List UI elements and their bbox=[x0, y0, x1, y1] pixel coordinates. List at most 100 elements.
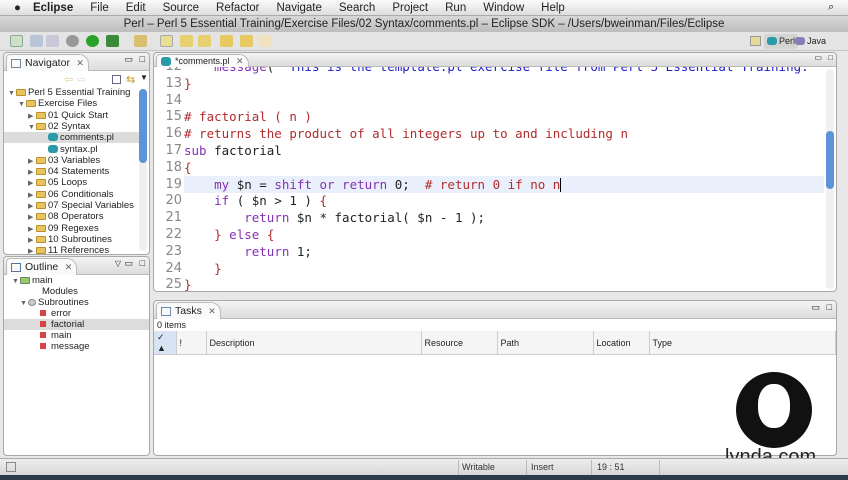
outline-sub-error[interactable]: error bbox=[40, 308, 71, 319]
debug-icon[interactable] bbox=[106, 35, 119, 47]
prev-annotation-icon[interactable] bbox=[198, 35, 211, 47]
forward-icon[interactable] bbox=[240, 35, 253, 47]
menu-eclipse[interactable]: Eclipse bbox=[33, 2, 73, 14]
code-editor[interactable]: 12 message( "This is the template.pl exe… bbox=[154, 67, 824, 291]
line-number: 16 bbox=[165, 126, 182, 142]
column-type[interactable]: Type bbox=[649, 331, 836, 355]
column-path[interactable]: Path bbox=[497, 331, 594, 355]
perspective-perl[interactable]: Perl bbox=[764, 34, 799, 49]
view-menu-icon[interactable]: ▼ bbox=[140, 73, 148, 82]
navigator-item[interactable]: ▼ 02 Syntax bbox=[28, 121, 90, 132]
outline-item-subroutines[interactable]: ▼ Subroutines bbox=[20, 297, 89, 308]
outline-sub-factorial[interactable]: factorial bbox=[4, 319, 149, 330]
tab-outline[interactable]: Outline ✕ bbox=[6, 258, 78, 276]
column-checkbox[interactable]: ✓ ▲ bbox=[154, 331, 177, 355]
link-editor-icon[interactable]: ⇆ bbox=[126, 73, 135, 86]
column-resource[interactable]: Resource bbox=[421, 331, 498, 355]
open-perspective-icon[interactable] bbox=[750, 36, 761, 46]
expand-toggle[interactable]: ▼ bbox=[8, 88, 16, 99]
outline-item-main[interactable]: ▼ main bbox=[12, 275, 53, 286]
menu-help[interactable]: Help bbox=[541, 2, 565, 14]
menu-source[interactable]: Source bbox=[163, 2, 199, 14]
navigator-item[interactable]: ▶ 05 Loops bbox=[28, 177, 87, 188]
code-line[interactable]: return 1; bbox=[184, 243, 312, 260]
navigator-item[interactable]: ▶ 10 Subroutines bbox=[28, 234, 112, 245]
minimize-icon[interactable]: ▭ bbox=[811, 302, 820, 313]
code-line[interactable]: } bbox=[184, 260, 222, 277]
gear-icon[interactable] bbox=[66, 35, 79, 47]
outline-item-modules[interactable]: Modules bbox=[32, 286, 78, 297]
minimize-icon[interactable]: ▭ bbox=[124, 258, 133, 269]
navigator-item[interactable]: ▶ 04 Statements bbox=[28, 166, 109, 177]
maximize-icon[interactable]: □ bbox=[140, 54, 145, 64]
tab-tasks[interactable]: Tasks ✕ bbox=[156, 302, 221, 319]
menu-edit[interactable]: Edit bbox=[126, 2, 146, 14]
code-line[interactable]: return $n * factorial( $n - 1 ); bbox=[184, 209, 485, 226]
navigator-scrollbar[interactable] bbox=[139, 89, 147, 251]
code-line[interactable]: { bbox=[184, 159, 192, 176]
code-line[interactable]: # factorial ( n ) bbox=[184, 108, 312, 125]
line-number: 24 bbox=[165, 260, 182, 276]
menu-navigate[interactable]: Navigate bbox=[277, 2, 322, 14]
apple-icon[interactable]: ● bbox=[14, 2, 21, 14]
spotlight-icon[interactable]: ⌕ bbox=[828, 1, 834, 14]
navigator-item[interactable]: ▶ 03 Variables bbox=[28, 155, 100, 166]
view-menu-icon[interactable]: ▽ bbox=[115, 259, 121, 268]
tab-navigator[interactable]: Navigator ✕ bbox=[6, 54, 89, 71]
column-description[interactable]: Description bbox=[206, 331, 422, 355]
perspective-java[interactable]: Java bbox=[795, 34, 826, 49]
navigator-item[interactable]: ▶ 09 Regexes bbox=[28, 223, 99, 234]
back-icon[interactable]: ⇦ bbox=[64, 73, 73, 86]
fast-view-icon[interactable] bbox=[6, 462, 16, 472]
highlight-icon[interactable] bbox=[160, 35, 173, 47]
code-line[interactable]: } else { bbox=[184, 226, 274, 243]
code-line[interactable]: # returns the product of all integers up… bbox=[184, 125, 628, 142]
code-line[interactable]: message( "This is the template.pl exerci… bbox=[184, 67, 824, 75]
folder-icon bbox=[36, 122, 46, 130]
code-line[interactable]: sub factorial bbox=[184, 142, 282, 159]
tab-comments-pl[interactable]: *comments.pl ✕ bbox=[156, 54, 249, 67]
forward-icon[interactable]: ⇨ bbox=[77, 73, 86, 86]
maximize-icon[interactable]: □ bbox=[828, 53, 833, 62]
navigator-item[interactable]: ▶ 01 Quick Start bbox=[28, 110, 108, 121]
navigator-item[interactable]: ▼ Exercise Files bbox=[18, 98, 97, 109]
column-priority[interactable]: ! bbox=[176, 331, 207, 355]
navigator-item[interactable]: comments.pl bbox=[4, 132, 140, 144]
run-icon[interactable] bbox=[86, 35, 99, 47]
menu-file[interactable]: File bbox=[90, 2, 109, 14]
close-icon[interactable]: ✕ bbox=[65, 259, 73, 276]
editor-scrollbar[interactable] bbox=[826, 69, 834, 289]
navigator-item[interactable]: syntax.pl bbox=[48, 144, 98, 155]
collapse-all-icon[interactable] bbox=[112, 75, 121, 84]
maximize-icon[interactable]: □ bbox=[827, 302, 832, 312]
navigator-item[interactable]: ▶ 06 Conditionals bbox=[28, 189, 114, 200]
maximize-icon[interactable]: □ bbox=[140, 258, 145, 268]
navigator-item[interactable]: ▼ Perl 5 Essential Training bbox=[8, 87, 130, 98]
save-icon[interactable] bbox=[30, 35, 43, 47]
code-line[interactable]: my $n = shift or return 0; # return 0 if… bbox=[184, 176, 562, 193]
close-icon[interactable]: ✕ bbox=[208, 303, 216, 320]
close-icon[interactable]: ✕ bbox=[76, 55, 84, 72]
menu-refactor[interactable]: Refactor bbox=[216, 2, 259, 14]
print-icon[interactable] bbox=[46, 35, 59, 47]
menu-run[interactable]: Run bbox=[445, 2, 466, 14]
minimize-icon[interactable]: ▭ bbox=[124, 54, 133, 65]
next-annotation-icon[interactable] bbox=[180, 35, 193, 47]
menu-window[interactable]: Window bbox=[483, 2, 524, 14]
wand-icon[interactable] bbox=[134, 35, 147, 47]
navigator-item[interactable]: ▶ 11 References bbox=[28, 245, 109, 256]
column-location[interactable]: Location bbox=[593, 331, 650, 355]
code-line[interactable]: } bbox=[184, 276, 192, 291]
navigator-item[interactable]: ▶ 07 Special Variables bbox=[28, 200, 134, 211]
navigator-item[interactable]: ▶ 08 Operators bbox=[28, 211, 103, 222]
outline-sub-message[interactable]: message bbox=[40, 341, 90, 352]
expand-toggle[interactable]: ▼ bbox=[18, 99, 26, 110]
menu-search[interactable]: Search bbox=[339, 2, 375, 14]
menu-project[interactable]: Project bbox=[392, 2, 428, 14]
back-icon[interactable] bbox=[220, 35, 233, 47]
new-icon[interactable] bbox=[10, 35, 23, 47]
code-line[interactable]: } bbox=[184, 75, 192, 92]
minimize-icon[interactable]: ▭ bbox=[814, 53, 822, 62]
code-line[interactable]: if ( $n > 1 ) { bbox=[184, 192, 327, 209]
outline-sub-main[interactable]: main bbox=[40, 330, 72, 341]
